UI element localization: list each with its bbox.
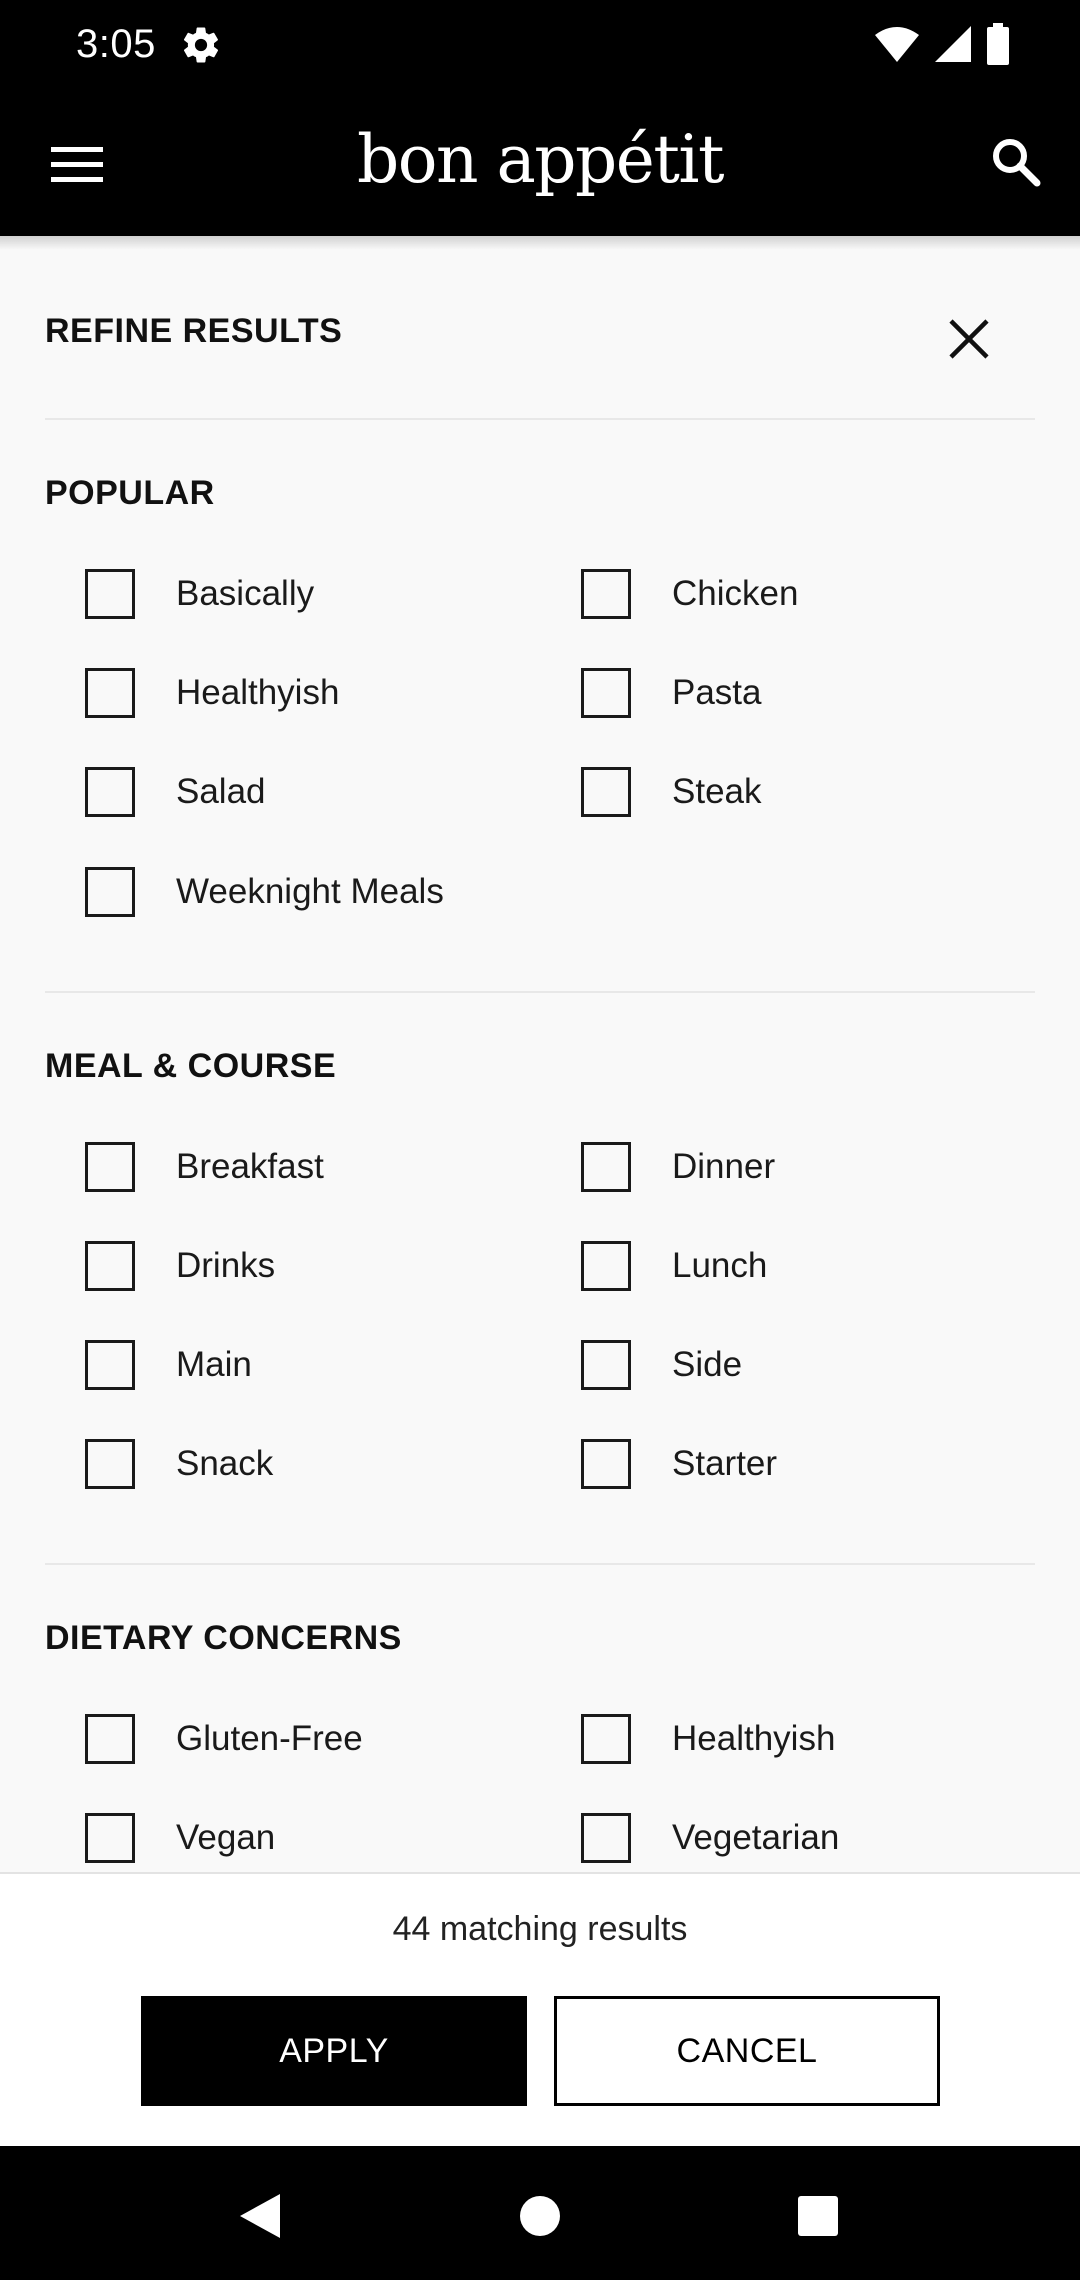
checkbox[interactable] [85,1340,135,1390]
filter-pasta[interactable]: Pasta [581,667,762,719]
results-count: 44 matching results [392,1910,688,1948]
divider [45,418,1035,420]
option-label: Gluten-Free [176,1719,363,1758]
option-label: Lunch [672,1246,768,1285]
option-label: Pasta [672,673,762,712]
nav-back-button[interactable] [230,2186,290,2246]
close-icon [949,319,989,359]
nav-recents-button[interactable] [788,2186,848,2246]
option-label: Drinks [176,1246,276,1285]
checkbox[interactable] [85,867,135,917]
apply-button[interactable]: APPLY [141,1996,527,2106]
option-label: Healthyish [176,673,340,712]
checkbox[interactable] [85,1439,135,1489]
filter-snack[interactable]: Snack [85,1438,273,1490]
option-label: Vegan [176,1818,276,1857]
system-nav-bar [0,2146,1080,2280]
checkbox[interactable] [85,668,135,718]
filter-gluten-free[interactable]: Gluten-Free [85,1713,363,1765]
divider [45,1563,1035,1565]
checkbox[interactable] [85,1714,135,1764]
status-time: 3:05 [76,22,156,66]
filter-side[interactable]: Side [581,1339,742,1391]
filter-weeknight-meals[interactable]: Weeknight Meals [85,866,444,918]
option-label: Steak [672,772,762,811]
gear-icon [183,27,219,63]
search-button[interactable] [978,124,1054,200]
close-button[interactable] [936,306,1002,372]
app-bar: bon appétit [0,88,1080,236]
filter-main[interactable]: Main [85,1339,252,1391]
checkbox[interactable] [581,1439,631,1489]
option-label: Weeknight Meals [176,872,444,911]
filter-healthyish[interactable]: Healthyish [85,667,339,719]
checkbox[interactable] [581,668,631,718]
option-label: Healthyish [672,1719,836,1758]
option-label: Vegetarian [672,1818,840,1857]
section-title-meal-course: MEAL & COURSE [45,1047,337,1085]
checkbox[interactable] [581,1813,631,1863]
checkbox[interactable] [85,1813,135,1863]
checkbox[interactable] [581,1241,631,1291]
signal-icon [935,26,971,62]
recents-icon [798,2196,838,2236]
option-label: Side [672,1345,743,1384]
checkbox[interactable] [85,1241,135,1291]
filter-chicken[interactable]: Chicken [581,568,798,620]
filter-vegetarian[interactable]: Vegetarian [581,1812,839,1864]
option-label: Main [176,1345,252,1384]
back-icon [240,2194,280,2238]
filter-lunch[interactable]: Lunch [581,1240,767,1292]
filter-basically[interactable]: Basically [85,568,314,620]
checkbox[interactable] [581,767,631,817]
refine-footer: 44 matching results APPLY CANCEL [0,1872,1080,2146]
checkbox[interactable] [85,569,135,619]
home-icon [520,2196,560,2236]
divider [45,991,1035,993]
section-title-dietary-concerns: DIETARY CONCERNS [45,1619,402,1657]
filter-salad[interactable]: Salad [85,766,266,818]
refine-panel: REFINE RESULTS POPULAR Basically Chicken… [0,236,1080,1872]
wifi-icon [875,27,919,62]
option-label: Breakfast [176,1147,324,1186]
filter-vegan[interactable]: Vegan [85,1812,275,1864]
checkbox[interactable] [85,1142,135,1192]
filter-steak[interactable]: Steak [581,766,762,818]
brand-logo: bon appétit [356,121,725,198]
status-icons [874,23,1010,65]
option-label: Salad [176,772,266,811]
battery-icon [987,23,1009,65]
option-label: Dinner [672,1147,776,1186]
option-label: Chicken [672,574,799,613]
filter-breakfast[interactable]: Breakfast [85,1141,324,1193]
checkbox[interactable] [581,1142,631,1192]
filter-drinks[interactable]: Drinks [85,1240,275,1292]
checkbox[interactable] [581,1340,631,1390]
checkbox[interactable] [581,1714,631,1764]
nav-home-button[interactable] [510,2186,570,2246]
option-label: Snack [176,1444,274,1483]
option-label: Starter [672,1444,778,1483]
checkbox[interactable] [581,569,631,619]
refine-title: REFINE RESULTS [45,312,343,350]
checkbox[interactable] [85,767,135,817]
section-title-popular: POPULAR [45,474,215,512]
search-icon [993,139,1041,187]
cancel-button[interactable]: CANCEL [554,1996,940,2106]
filter-starter[interactable]: Starter [581,1438,777,1490]
option-label: Basically [176,574,315,613]
status-bar: 3:05 [0,0,1080,88]
filter-dinner[interactable]: Dinner [581,1141,775,1193]
filter-healthyish-dietary[interactable]: Healthyish [581,1713,835,1765]
